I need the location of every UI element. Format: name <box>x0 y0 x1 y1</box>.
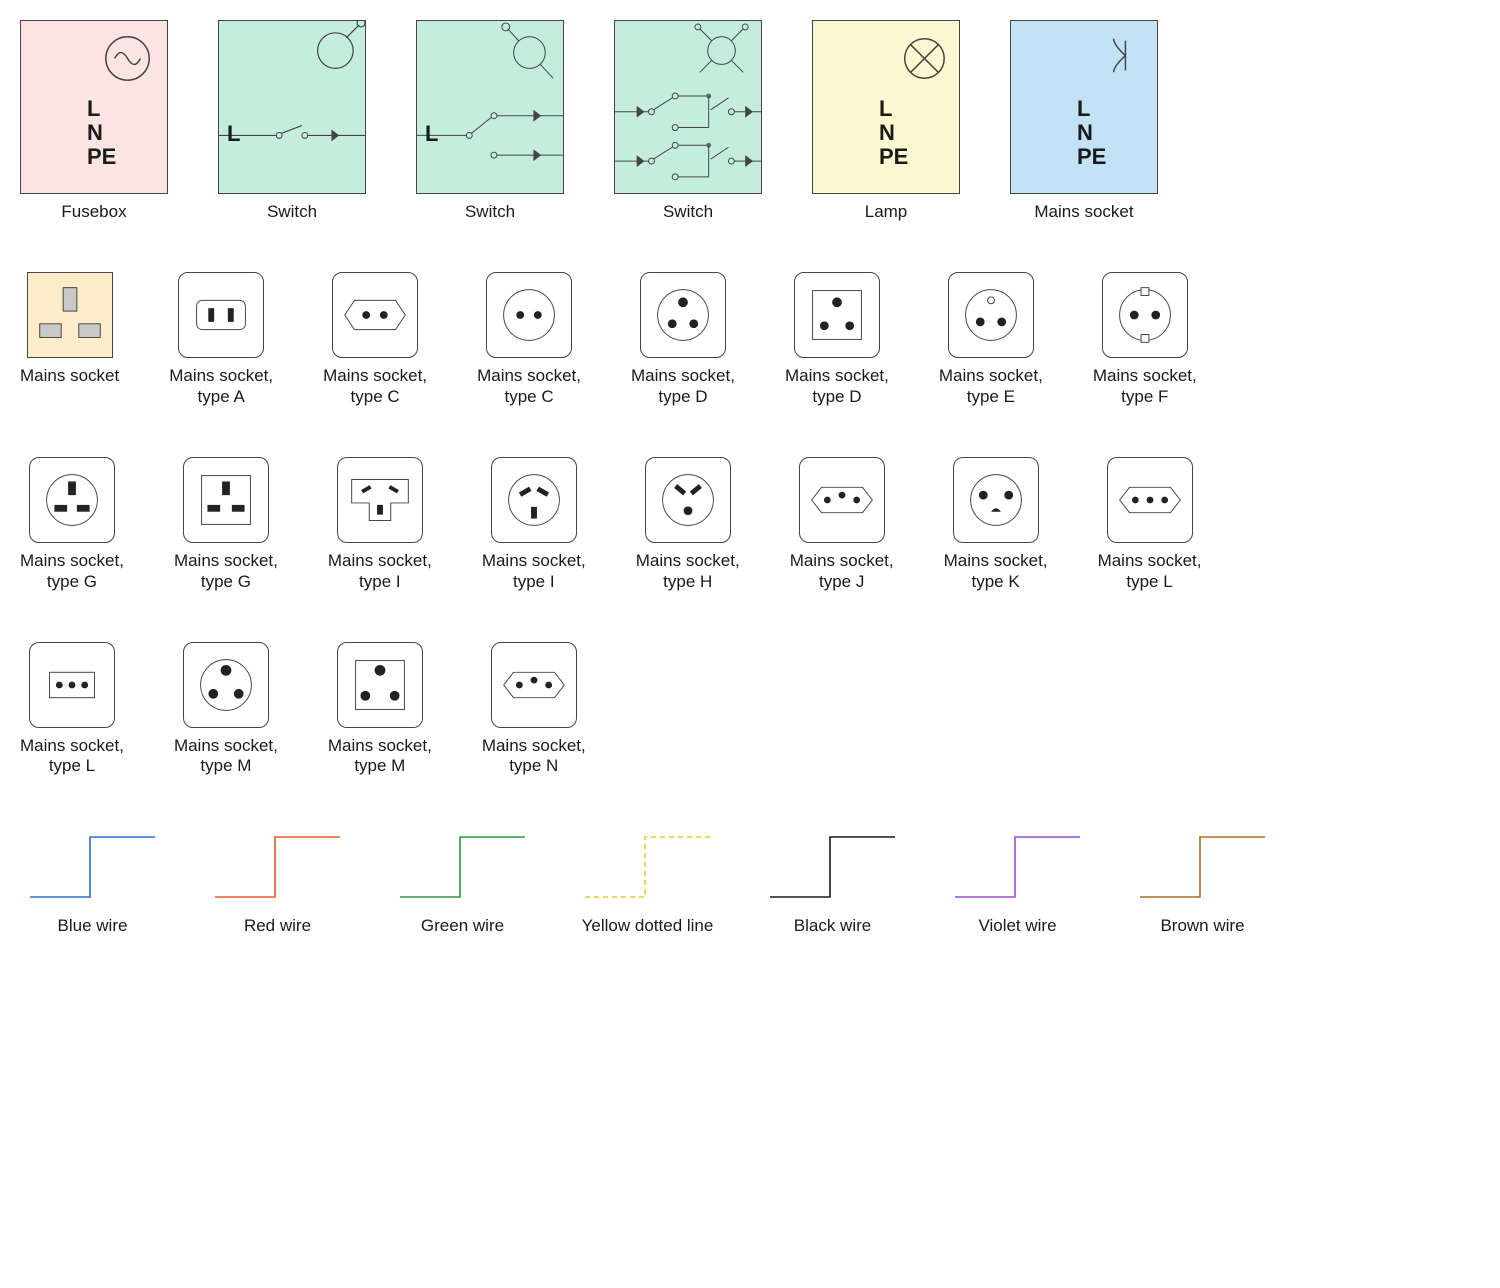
caption: Mains socket,type E <box>939 366 1043 407</box>
wire-blue-wire[interactable]: Blue wire <box>20 827 165 936</box>
caption: Mains socket,type D <box>785 366 889 407</box>
symbol-lamp[interactable]: L N PE Lamp <box>812 20 960 222</box>
symbol-switch-3[interactable]: Switch <box>614 20 762 222</box>
caption: Mains socket,type C <box>477 366 581 407</box>
caption: Mains socket,type I <box>328 551 432 592</box>
caption: Mains socket,type K <box>944 551 1048 592</box>
caption: Mains socket,type M <box>328 736 432 777</box>
socket-type-f[interactable]: Mains socket,type F <box>1093 272 1197 407</box>
caption: Red wire <box>244 916 311 936</box>
text-L: L <box>87 97 116 121</box>
wire-black-wire[interactable]: Black wire <box>760 827 905 936</box>
caption: Yellow dotted line <box>582 916 714 936</box>
wire-red-wire[interactable]: Red wire <box>205 827 350 936</box>
caption: Mains socket,type A <box>169 366 273 407</box>
caption: Mains socket,type G <box>20 551 124 592</box>
socket-type-c-round[interactable]: Mains socket,type C <box>477 272 581 407</box>
text-L: L <box>425 121 438 147</box>
caption: Brown wire <box>1160 916 1244 936</box>
socket-type-i-flat[interactable]: Mains socket,type I <box>328 457 432 592</box>
text-N: N <box>1077 121 1106 145</box>
text-PE: PE <box>1077 145 1106 169</box>
caption: Switch <box>465 202 515 222</box>
socket-mains-uk-orange[interactable]: Mains socket <box>20 272 119 407</box>
socket-type-h[interactable]: Mains socket,type H <box>636 457 740 592</box>
symbol-mains-socket-box[interactable]: L N PE Mains socket <box>1010 20 1158 222</box>
socket-type-d-round[interactable]: Mains socket,type D <box>631 272 735 407</box>
text-PE: PE <box>879 145 908 169</box>
text-L: L <box>1077 97 1106 121</box>
text-N: N <box>87 121 116 145</box>
caption: Violet wire <box>978 916 1056 936</box>
caption: Black wire <box>794 916 871 936</box>
socket-type-k[interactable]: Mains socket,type K <box>944 457 1048 592</box>
caption: Mains socket,type G <box>174 551 278 592</box>
socket-type-i-round[interactable]: Mains socket,type I <box>482 457 586 592</box>
caption: Mains socket,type D <box>631 366 735 407</box>
caption: Mains socket,type L <box>20 736 124 777</box>
caption: Mains socket,type C <box>323 366 427 407</box>
socket-type-a[interactable]: Mains socket,type A <box>169 272 273 407</box>
socket-type-m-square[interactable]: Mains socket,type M <box>328 642 432 777</box>
wire-brown-wire[interactable]: Brown wire <box>1130 827 1275 936</box>
caption: Mains socket,type M <box>174 736 278 777</box>
caption: Mains socket <box>1034 202 1133 222</box>
symbol-fusebox[interactable]: L N PE Fusebox <box>20 20 168 222</box>
socket-type-m-round[interactable]: Mains socket,type M <box>174 642 278 777</box>
socket-type-e[interactable]: Mains socket,type E <box>939 272 1043 407</box>
caption: Switch <box>267 202 317 222</box>
text-L: L <box>879 97 908 121</box>
caption: Mains socket,type L <box>1098 551 1202 592</box>
caption: Mains socket,type H <box>636 551 740 592</box>
caption: Mains socket <box>20 366 119 386</box>
caption: Mains socket,type J <box>790 551 894 592</box>
text-N: N <box>879 121 908 145</box>
socket-type-g-square[interactable]: Mains socket,type G <box>174 457 278 592</box>
socket-type-c-hex[interactable]: Mains socket,type C <box>323 272 427 407</box>
caption: Mains socket,type N <box>482 736 586 777</box>
wire-green-wire[interactable]: Green wire <box>390 827 535 936</box>
socket-type-g-round[interactable]: Mains socket,type G <box>20 457 124 592</box>
symbol-switch-1[interactable]: L Switch <box>218 20 366 222</box>
caption: Mains socket,type F <box>1093 366 1197 407</box>
socket-type-l-rect[interactable]: Mains socket,type L <box>20 642 124 777</box>
caption: Blue wire <box>58 916 128 936</box>
socket-type-n[interactable]: Mains socket,type N <box>482 642 586 777</box>
text-PE: PE <box>87 145 116 169</box>
wire-violet-wire[interactable]: Violet wire <box>945 827 1090 936</box>
socket-type-d-square[interactable]: Mains socket,type D <box>785 272 889 407</box>
socket-type-l-hex[interactable]: Mains socket,type L <box>1098 457 1202 592</box>
text-L: L <box>227 121 240 147</box>
caption: Mains socket,type I <box>482 551 586 592</box>
caption: Switch <box>663 202 713 222</box>
wire-yellow-dotted-line[interactable]: Yellow dotted line <box>575 827 720 936</box>
socket-type-j[interactable]: Mains socket,type J <box>790 457 894 592</box>
caption: Lamp <box>865 202 908 222</box>
caption: Green wire <box>421 916 504 936</box>
symbol-switch-2[interactable]: L Switch <box>416 20 564 222</box>
caption: Fusebox <box>61 202 126 222</box>
